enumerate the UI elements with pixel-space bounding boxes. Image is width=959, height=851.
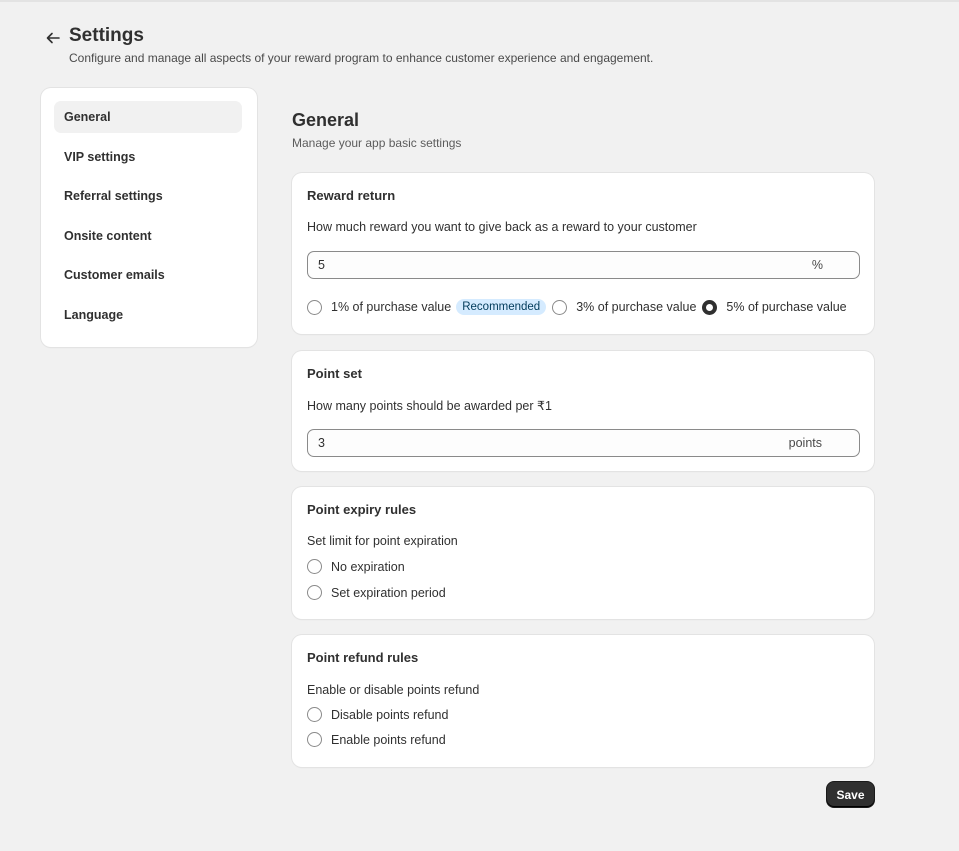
- arrow-left-icon: [46, 32, 60, 44]
- points-per-unit-input[interactable]: 3 points: [307, 429, 860, 457]
- radio-button[interactable]: [307, 732, 322, 747]
- option-label: 1% of purchase value: [331, 300, 452, 314]
- recommended-badge: Recommended: [456, 299, 547, 315]
- card-description: How much reward you want to give back as…: [307, 220, 697, 234]
- card-title: Point expiry rules: [307, 502, 417, 517]
- point-expiry-card: Point expiry rules Set limit for point e…: [292, 487, 874, 619]
- point-refund-card: Point refund rules Enable or disable poi…: [292, 635, 874, 767]
- option-label: Set expiration period: [331, 585, 446, 600]
- set-expiration-period-option[interactable]: Set expiration period: [307, 585, 446, 600]
- sidebar-item-referral-settings[interactable]: Referral settings: [54, 180, 242, 212]
- card-description: How many points should be awarded per ₹1: [307, 399, 552, 413]
- radio-button[interactable]: [307, 299, 322, 315]
- sidebar-item-customer-emails[interactable]: Customer emails: [54, 259, 242, 291]
- page-subtitle: Configure and manage all aspects of your…: [69, 51, 654, 65]
- sidebar-item-label: Customer emails: [64, 268, 165, 282]
- point-set-card: Point set How many points should be awar…: [292, 351, 874, 471]
- option-label: Disable points refund: [331, 707, 449, 722]
- input-suffix: points: [788, 436, 822, 450]
- option-label: 3% of purchase value: [576, 300, 697, 314]
- card-title: Point set: [307, 366, 362, 381]
- card-title: Reward return: [307, 188, 396, 203]
- no-expiration-option[interactable]: No expiration: [307, 559, 405, 574]
- radio-button-checked[interactable]: [702, 299, 718, 315]
- radio-button[interactable]: [307, 585, 322, 600]
- sidebar-item-vip-settings[interactable]: VIP settings: [54, 141, 242, 173]
- reward-percentage-input[interactable]: 5 %: [307, 251, 860, 279]
- sidebar-item-label: Onsite content: [64, 229, 152, 243]
- option-label: 5% of purchase value: [726, 300, 847, 314]
- sidebar-item-general[interactable]: General: [54, 101, 242, 133]
- reward-return-card: Reward return How much reward you want t…: [292, 173, 874, 334]
- option-label: Enable points refund: [331, 732, 446, 747]
- page-title: Settings: [69, 25, 144, 46]
- reward-option-3-percent[interactable]: 3% of purchase value: [552, 299, 697, 315]
- radio-button[interactable]: [552, 299, 568, 315]
- section-subtitle: Manage your app basic settings: [292, 136, 462, 150]
- top-divider: [0, 0, 959, 2]
- radio-button[interactable]: [307, 707, 322, 722]
- input-value: 3: [318, 436, 325, 450]
- section-title: General: [292, 110, 360, 130]
- card-title: Point refund rules: [307, 650, 419, 665]
- reward-option-5-percent[interactable]: 5% of purchase value: [702, 299, 847, 315]
- option-label: No expiration: [331, 559, 405, 574]
- enable-points-refund-option[interactable]: Enable points refund: [307, 732, 446, 747]
- disable-points-refund-option[interactable]: Disable points refund: [307, 707, 448, 722]
- reward-option-group: 1% of purchase value Recommended 3% of p…: [307, 299, 853, 315]
- settings-sidebar: General VIP settings Referral settings O…: [41, 88, 257, 347]
- input-suffix: %: [811, 258, 823, 272]
- sidebar-item-label: VIP settings: [64, 150, 136, 164]
- sidebar-item-label: Referral settings: [64, 189, 163, 203]
- reward-option-1-percent[interactable]: 1% of purchase value Recommended: [307, 299, 547, 315]
- sidebar-item-label: General: [64, 110, 111, 124]
- save-button[interactable]: Save: [827, 782, 874, 807]
- sidebar-item-label: Language: [64, 308, 124, 322]
- radio-button[interactable]: [307, 559, 322, 574]
- sidebar-item-onsite-content[interactable]: Onsite content: [54, 220, 242, 252]
- input-value: 5: [318, 258, 325, 272]
- card-description: Enable or disable points refund: [307, 683, 480, 697]
- sidebar-item-language[interactable]: Language: [54, 299, 242, 331]
- back-button[interactable]: [42, 27, 64, 49]
- card-description: Set limit for point expiration: [307, 534, 458, 548]
